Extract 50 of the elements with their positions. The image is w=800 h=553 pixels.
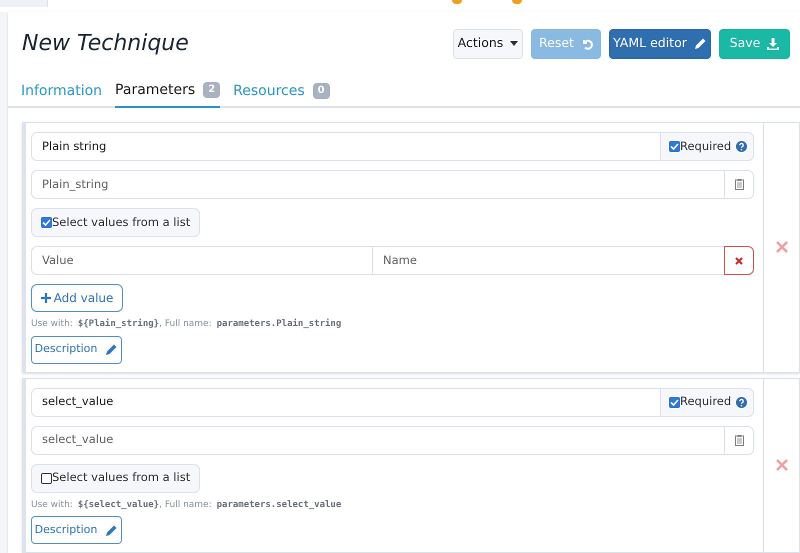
tab[interactable]: Information xyxy=(21,74,102,108)
pencil-icon xyxy=(694,37,707,50)
description-button[interactable]: Description xyxy=(31,336,122,364)
help-icon[interactable] xyxy=(736,396,748,408)
remove-value-button[interactable] xyxy=(724,246,754,275)
checkbox[interactable] xyxy=(41,472,52,484)
full-name-label: , Full name: xyxy=(159,318,212,331)
pencil-icon xyxy=(105,343,118,356)
checkbox[interactable] xyxy=(669,396,680,408)
caret-icon xyxy=(510,41,518,46)
add-value-button[interactable]: Add value xyxy=(31,284,123,312)
count-badge: 0 xyxy=(312,83,330,99)
usage-code: ${select_value} xyxy=(78,498,160,512)
description-button[interactable]: Description xyxy=(31,516,122,544)
action-button[interactable]: Save xyxy=(719,28,790,58)
download-icon xyxy=(767,38,780,50)
variable-field[interactable]: select_value xyxy=(31,426,725,454)
sidebar-panel xyxy=(0,0,48,7)
checkbox-label: Select values from a list xyxy=(52,469,190,486)
actions-dropdown[interactable]: Actions xyxy=(453,28,523,58)
undo-icon xyxy=(580,38,593,50)
count-badge: 2 xyxy=(203,82,220,98)
action-button[interactable]: YAML editor xyxy=(609,28,711,58)
close-icon xyxy=(735,256,743,264)
help-icon[interactable] xyxy=(736,141,748,152)
name-field[interactable]: Plain string xyxy=(31,132,661,161)
usage-code: ${Plain_string} xyxy=(78,318,160,331)
clipboard-icon xyxy=(734,179,744,190)
checkbox-label: Select values from a list xyxy=(52,214,190,231)
checkbox[interactable] xyxy=(41,217,52,228)
name-field[interactable]: select_value xyxy=(31,388,661,416)
tab[interactable]: Parameters 2 xyxy=(115,74,220,108)
usage-label: Use with: xyxy=(31,498,73,512)
clipboard-icon xyxy=(734,434,744,446)
full-name-code: parameters.Plain_string xyxy=(216,318,342,331)
required-label: Required xyxy=(680,393,732,410)
copy-button[interactable] xyxy=(725,426,754,454)
full-name-label: , Full name: xyxy=(159,498,212,512)
usage-label: Use with: xyxy=(31,318,73,331)
value-field[interactable]: Value xyxy=(31,246,373,275)
full-name-code: parameters.select_value xyxy=(216,498,342,512)
page-title: New Technique xyxy=(22,30,190,58)
required-label: Required xyxy=(680,138,732,155)
copy-button[interactable] xyxy=(725,170,754,199)
pencil-icon xyxy=(105,524,118,536)
plus-icon xyxy=(40,293,51,303)
name-field[interactable]: Name xyxy=(373,246,724,275)
checkbox[interactable] xyxy=(669,141,680,152)
tab[interactable]: Resources 0 xyxy=(233,74,330,108)
variable-field[interactable]: Plain_string xyxy=(31,170,725,199)
